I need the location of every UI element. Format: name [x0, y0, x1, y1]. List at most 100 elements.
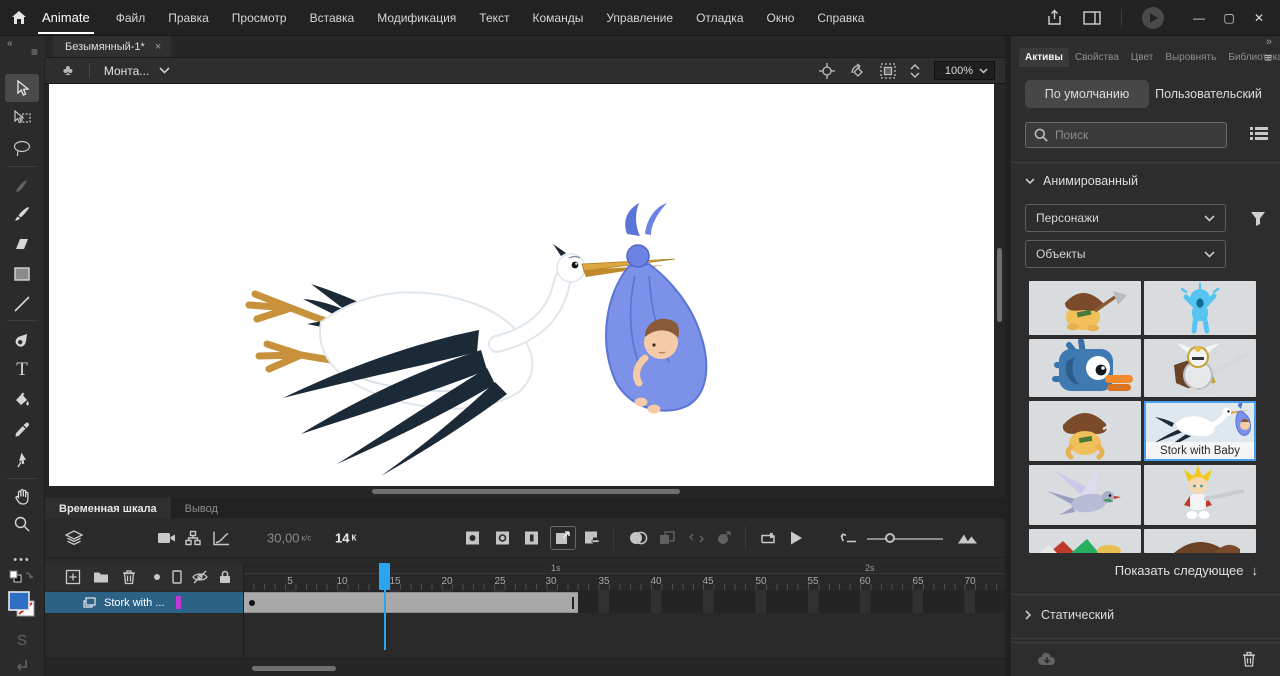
asset-thumb-blue-bird[interactable] [1029, 339, 1141, 397]
search-input[interactable] [1055, 128, 1205, 142]
tab-timeline[interactable]: Временная шкала [45, 498, 171, 518]
list-view-icon[interactable] [1250, 126, 1268, 141]
rotate-view-icon[interactable] [849, 63, 866, 79]
subselection-tool[interactable] [5, 104, 39, 132]
menu-insert[interactable]: Вставка [310, 11, 355, 25]
eraser-tool[interactable] [5, 230, 39, 258]
home-icon[interactable] [0, 10, 38, 25]
quick-share-play-icon[interactable] [1142, 7, 1164, 29]
asset-thumb-stork-with-baby[interactable]: Stork with Baby [1144, 401, 1256, 461]
new-layer-icon[interactable] [66, 569, 81, 584]
filter-icon[interactable] [1250, 211, 1266, 226]
fill-stroke-swatches[interactable] [5, 590, 39, 622]
layer-parenting-icon[interactable] [185, 530, 201, 545]
reset-timeline-zoom-icon[interactable] [840, 532, 857, 544]
current-frame-value[interactable]: 14К [335, 530, 356, 545]
insert-frame-icon[interactable] [524, 530, 539, 545]
window-minimize-button[interactable]: — [1184, 11, 1214, 25]
remove-frames-icon[interactable] [583, 530, 599, 545]
hand-tool[interactable] [5, 482, 39, 510]
menu-help[interactable]: Справка [817, 11, 864, 25]
tool-options-icon[interactable] [5, 652, 39, 676]
menu-commands[interactable]: Команды [533, 11, 584, 25]
window-close-button[interactable]: ✕ [1244, 11, 1274, 25]
edit-multiple-frames-icon[interactable] [659, 531, 675, 545]
selection-tool[interactable] [5, 74, 39, 102]
outline-layers-icon[interactable] [172, 570, 182, 584]
tab-assets[interactable]: Активы [1019, 48, 1069, 67]
document-tab[interactable]: Безымянный-1* × [53, 36, 171, 57]
preset-custom-button[interactable]: Пользовательский [1149, 80, 1268, 108]
hide-layers-icon[interactable] [191, 570, 209, 584]
stage[interactable] [49, 84, 994, 486]
symbol-icon[interactable]: ♣ [63, 62, 73, 79]
asset-search[interactable] [1025, 122, 1227, 148]
asset-thumb-caveman-crouch[interactable] [1029, 401, 1141, 461]
asset-warp-pin-tool[interactable] [5, 446, 39, 474]
timeline-horizontal-scrollbar[interactable] [252, 666, 336, 671]
zoom-stepper-icon[interactable] [910, 63, 920, 79]
paint-bucket-tool[interactable] [5, 386, 39, 414]
frame-rate-value[interactable]: 30,00к/с [267, 530, 311, 545]
menu-modify[interactable]: Модификация [377, 11, 456, 25]
new-folder-icon[interactable] [93, 570, 109, 583]
asset-thumb-partial-1[interactable] [1029, 529, 1141, 553]
canvas-horizontal-scrollbar[interactable] [372, 489, 680, 494]
menu-window[interactable]: Окно [767, 11, 795, 25]
onion-skin-icon[interactable] [628, 531, 648, 545]
create-tween-button[interactable] [550, 526, 576, 550]
snap-options-icon[interactable]: S [5, 626, 39, 654]
asset-thumb-pigeon[interactable] [1029, 465, 1141, 525]
panel-menu-icon[interactable]: ≡ [1264, 50, 1272, 65]
workspace-layout-icon[interactable] [1083, 11, 1101, 25]
document-tab-close-icon[interactable]: × [155, 41, 161, 53]
eyedropper-tool[interactable] [5, 416, 39, 444]
menu-view[interactable]: Просмотр [232, 11, 287, 25]
collapse-rail-icon[interactable]: « [7, 38, 13, 49]
pen-tool[interactable] [5, 326, 39, 354]
scene-chevron-down-icon[interactable] [159, 67, 170, 74]
play-button[interactable] [790, 530, 803, 545]
type-dropdown[interactable]: Объекты [1025, 240, 1226, 268]
clip-content-icon[interactable] [880, 63, 896, 79]
menu-text[interactable]: Текст [479, 11, 509, 25]
menu-file[interactable]: Файл [116, 11, 146, 25]
timeline-ruler[interactable]: 1s 2s 5 10 15 20 25 30 35 40 45 50 55 60… [243, 563, 1005, 590]
symbol-swap-icon[interactable] [689, 532, 704, 544]
scene-breadcrumb[interactable]: Монта... [104, 64, 149, 78]
app-name[interactable]: Animate [38, 1, 94, 34]
canvas-vertical-scrollbar[interactable] [997, 248, 1002, 322]
classic-brush-tool[interactable] [5, 200, 39, 228]
menu-control[interactable]: Управление [606, 11, 673, 25]
center-stage-icon[interactable] [819, 63, 835, 79]
asset-thumb-caveman-axe[interactable] [1029, 281, 1141, 335]
loop-playback-icon[interactable] [759, 530, 777, 545]
cloud-download-icon[interactable] [1037, 651, 1057, 667]
section-animated[interactable]: Анимированный [1025, 174, 1138, 188]
timeline-zoom-max-icon[interactable] [957, 531, 979, 544]
lasso-tool[interactable] [5, 134, 39, 162]
timeline-zoom-slider[interactable] [867, 538, 943, 540]
layer-name[interactable]: Stork with ... [104, 597, 165, 609]
share-icon[interactable] [1046, 9, 1063, 26]
tab-properties[interactable]: Свойства [1069, 48, 1125, 67]
window-maximize-button[interactable]: ▢ [1214, 11, 1244, 25]
preset-default-button[interactable]: По умолчанию [1025, 80, 1149, 108]
layer-row-stork[interactable]: Stork with ... [45, 592, 243, 613]
line-tool[interactable] [5, 290, 39, 318]
insert-blank-keyframe-icon[interactable] [495, 530, 510, 545]
delete-asset-icon[interactable] [1242, 651, 1256, 667]
zoom-tool[interactable] [5, 510, 39, 538]
rectangle-tool[interactable] [5, 260, 39, 288]
asset-thumb-partial-2[interactable] [1144, 529, 1256, 553]
highlight-layers-icon[interactable] [154, 573, 161, 580]
rail-menu-icon[interactable]: ≡ [31, 45, 38, 59]
default-colors-icon[interactable] [5, 568, 39, 588]
menu-edit[interactable]: Правка [168, 11, 209, 25]
zoom-level-control[interactable]: 100% [934, 61, 995, 80]
camera-icon[interactable] [157, 531, 176, 545]
frame-span[interactable] [243, 592, 578, 613]
tab-output[interactable]: Вывод [171, 498, 232, 518]
text-tool[interactable]: T [5, 356, 39, 384]
timeline-zoom-slider-knob[interactable] [885, 533, 895, 543]
